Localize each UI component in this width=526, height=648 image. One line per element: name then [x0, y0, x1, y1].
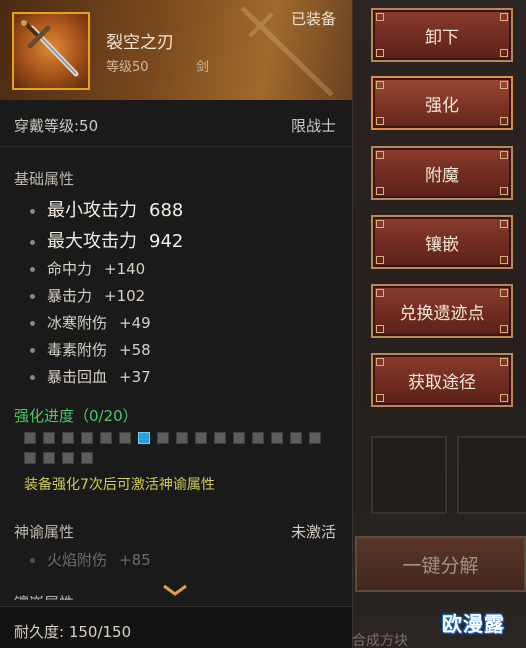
- bullet-icon: [30, 208, 35, 214]
- stat-value: +102: [104, 287, 146, 305]
- stat-crit: 暴击力 +102: [30, 285, 145, 306]
- class-restriction: 限战士: [290, 117, 336, 135]
- inventory-slot[interactable]: [457, 436, 526, 514]
- item-type: 剑: [196, 60, 210, 75]
- stat-name: 冰寒附伤: [47, 314, 108, 332]
- enhancement-slot: [138, 432, 150, 444]
- divider: [0, 146, 352, 147]
- enhancement-slot: [81, 452, 93, 464]
- enhancement-progress-title: 强化进度（0/20）: [14, 407, 138, 425]
- synthesize-label: 合成方块: [352, 633, 408, 648]
- obtain-route-button[interactable]: 获取途径: [371, 353, 513, 407]
- stat-ice-damage: 冰寒附伤 +49: [30, 312, 151, 333]
- item-icon-frame[interactable]: [12, 12, 90, 90]
- enhancement-slot: [81, 432, 93, 444]
- enhancement-slot: [157, 432, 169, 444]
- button-label: 强化: [425, 95, 459, 116]
- exchange-relic-points-button[interactable]: 兑换遗迹点: [371, 284, 513, 338]
- unequip-button[interactable]: 卸下: [371, 8, 513, 62]
- watermark-logo: 欧漫露: [442, 612, 505, 636]
- enhancement-slot: [62, 452, 74, 464]
- sword-icon: [21, 20, 79, 77]
- button-label: 获取途径: [408, 372, 476, 393]
- stat-value: +85: [119, 551, 151, 569]
- stat-value: +49: [119, 314, 151, 332]
- enhancement-slot: [24, 432, 36, 444]
- stat-name: 火焰附伤: [47, 551, 108, 569]
- enhancement-slot: [100, 432, 112, 444]
- inlay-button[interactable]: 镶嵌: [371, 215, 513, 269]
- bullet-icon: [30, 239, 35, 245]
- oracle-status: 未激活: [290, 523, 336, 541]
- stat-accuracy: 命中力 +140: [30, 258, 145, 279]
- decompose-all-button[interactable]: 一键分解: [355, 536, 526, 592]
- stat-min-attack: 最小攻击力 688: [30, 196, 183, 222]
- stat-max-attack: 最大攻击力 942: [30, 227, 183, 253]
- oracle-stat: 火焰附伤 +85: [30, 549, 151, 570]
- durability: 耐久度: 150/150: [14, 623, 132, 641]
- equipped-badge: 已装备: [290, 10, 336, 28]
- stat-value: 688: [149, 200, 184, 221]
- button-label: 卸下: [425, 27, 459, 48]
- item-level: 等级50: [106, 60, 149, 75]
- enhance-button[interactable]: 强化: [371, 76, 513, 130]
- stat-name: 暴击力: [47, 287, 93, 305]
- enhancement-slot: [119, 432, 131, 444]
- bullet-icon: [30, 348, 35, 353]
- required-level: 穿戴等级:50: [14, 117, 99, 135]
- enhancement-slot: [214, 432, 226, 444]
- base-attributes-title: 基础属性: [14, 170, 75, 188]
- enhancement-slot: [271, 432, 283, 444]
- bullet-icon: [30, 558, 35, 563]
- stat-poison-damage: 毒素附伤 +58: [30, 339, 151, 360]
- inventory-slot[interactable]: [371, 436, 447, 514]
- chevron-down-icon[interactable]: [160, 580, 190, 600]
- item-name: 裂空之刃: [106, 33, 174, 53]
- stat-crit-heal: 暴击回血 +37: [30, 366, 151, 387]
- stat-value: +37: [119, 368, 151, 386]
- button-label: 兑换遗迹点: [399, 303, 485, 324]
- bullet-icon: [30, 294, 35, 299]
- enhancement-slot: [252, 432, 264, 444]
- tooltip-footer: 耐久度: 150/150: [0, 606, 352, 648]
- bullet-icon: [30, 375, 35, 380]
- enhancement-note: 装备强化7次后可激活神谕属性: [24, 477, 215, 493]
- enhancement-slot: [62, 432, 74, 444]
- stat-name: 毒素附伤: [47, 341, 108, 359]
- stat-name: 暴击回血: [47, 368, 108, 386]
- enhancement-slot: [43, 432, 55, 444]
- enhancement-slot: [233, 432, 245, 444]
- item-tooltip-panel: 裂空之刃 等级50 剑 已装备 穿戴等级:50 限战士 基础属性 最小攻击力 68…: [0, 0, 353, 648]
- enhancement-slot: [290, 432, 302, 444]
- bullet-icon: [30, 321, 35, 326]
- stat-name: 命中力: [47, 260, 93, 278]
- item-header: 裂空之刃 等级50 剑 已装备: [0, 0, 352, 100]
- button-label: 附魔: [425, 165, 459, 186]
- button-label: 镶嵌: [425, 234, 459, 255]
- enhancement-slot: [309, 432, 321, 444]
- socket-attributes-title: 镶嵌属性: [14, 592, 74, 600]
- stat-name: 最大攻击力: [47, 231, 137, 252]
- oracle-attributes-title: 神谕属性: [14, 523, 75, 541]
- stat-value: 942: [149, 231, 184, 252]
- stat-value: +58: [119, 341, 151, 359]
- enhancement-slot: [24, 452, 36, 464]
- enchant-button[interactable]: 附魔: [371, 146, 513, 200]
- enhancement-slot: [195, 432, 207, 444]
- stat-name: 最小攻击力: [47, 200, 137, 221]
- stat-value: +140: [104, 260, 146, 278]
- enhancement-slot: [43, 452, 55, 464]
- bullet-icon: [30, 267, 35, 272]
- enhancement-slot: [176, 432, 188, 444]
